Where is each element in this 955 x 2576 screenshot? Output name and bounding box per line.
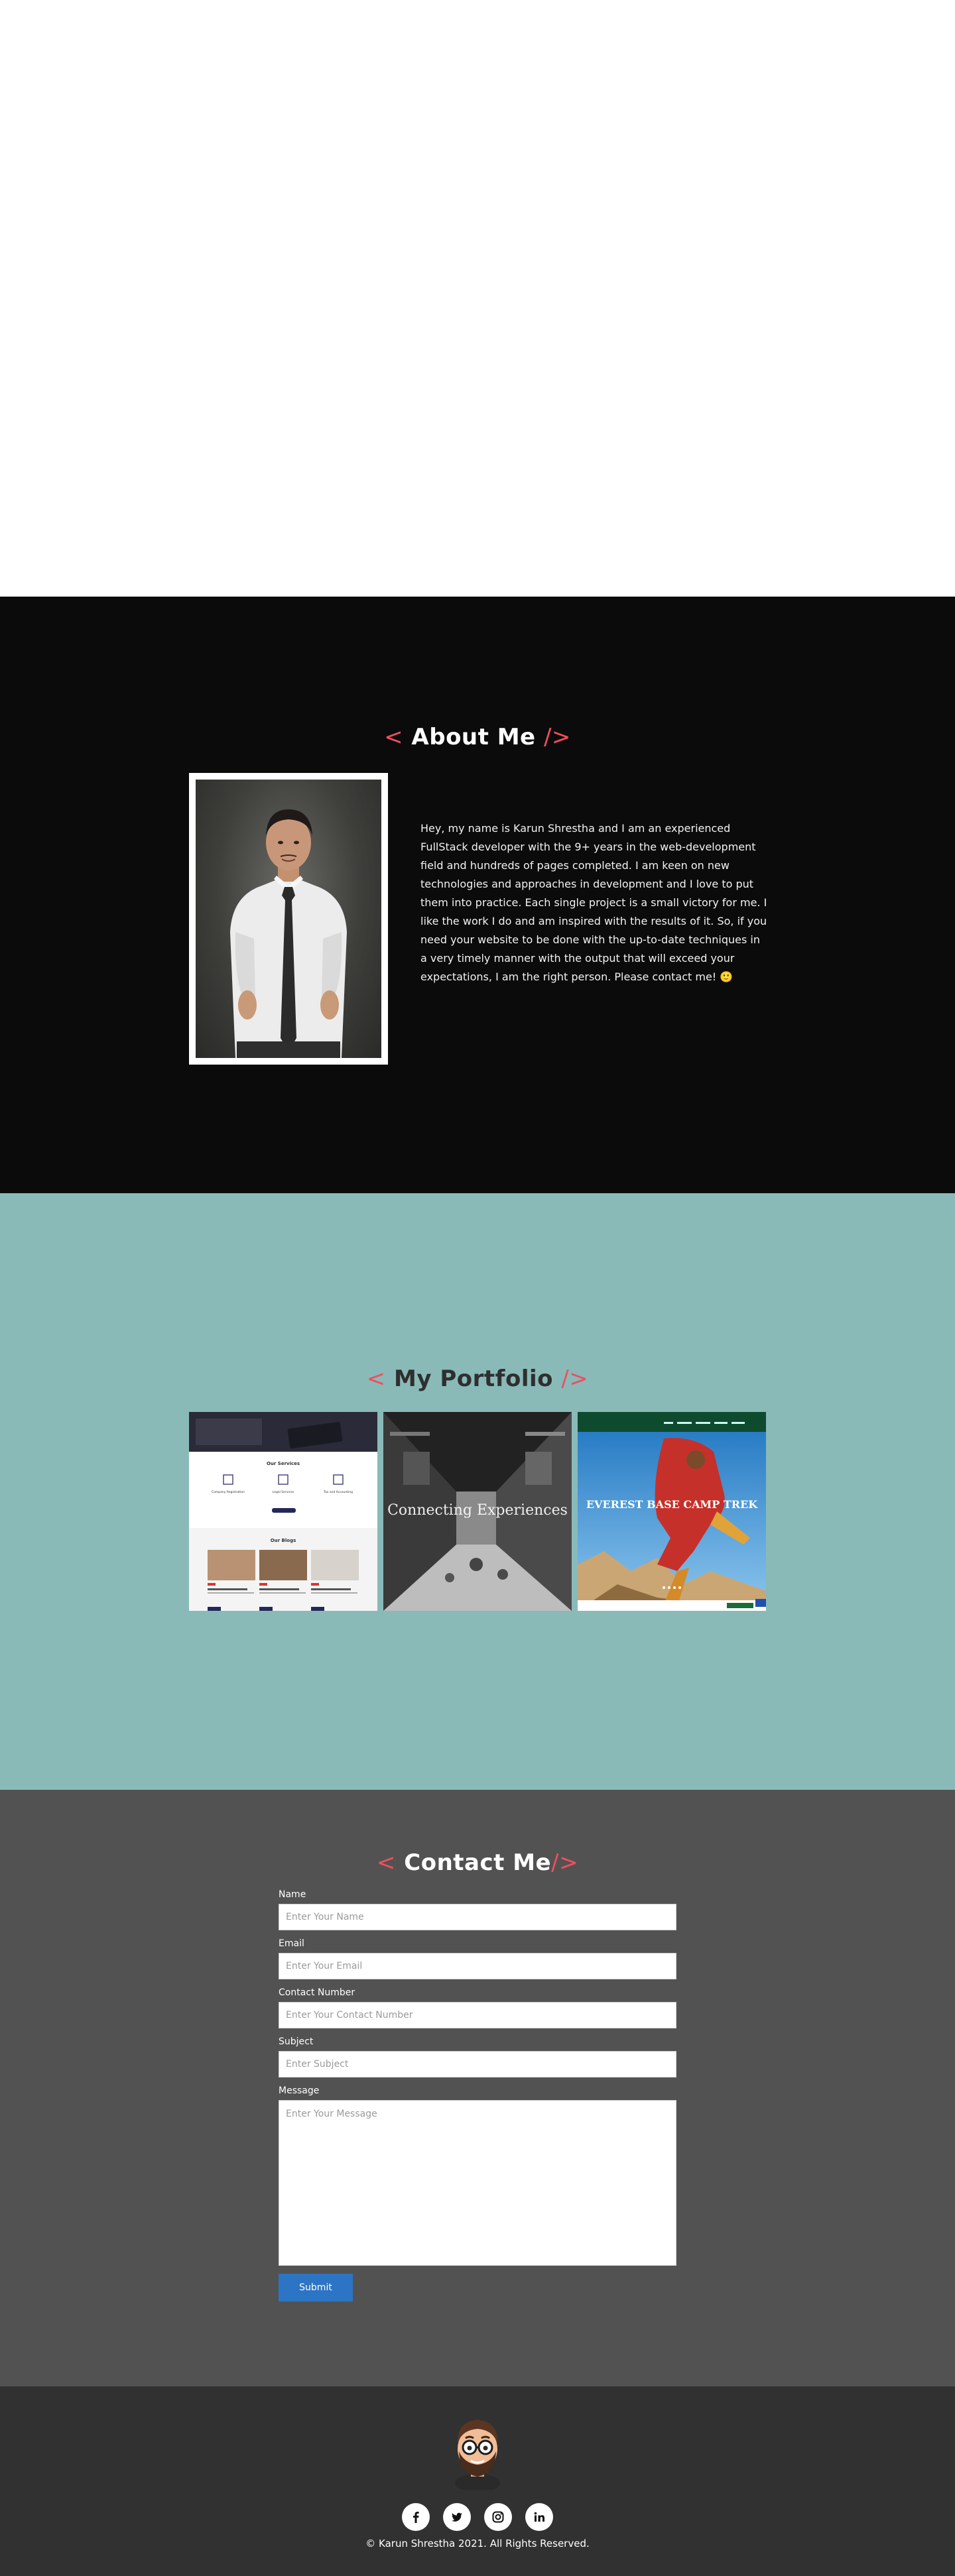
message-textarea[interactable] bbox=[279, 2100, 676, 2266]
subject-label: Subject bbox=[279, 2036, 314, 2047]
contact-title-text: Contact Me bbox=[404, 1849, 552, 1876]
about-title-text: About Me bbox=[411, 724, 536, 750]
connecting-experiences-text: Connecting Experiences bbox=[387, 1502, 568, 1519]
message-label: Message bbox=[279, 2085, 320, 2096]
name-input[interactable] bbox=[279, 1904, 676, 1930]
submit-button[interactable]: Submit bbox=[279, 2274, 353, 2302]
twitter-icon[interactable] bbox=[443, 2503, 471, 2531]
title-bracket-open: < bbox=[376, 1849, 396, 1876]
linkedin-icon[interactable] bbox=[525, 2503, 553, 2531]
services-heading: Our Services bbox=[267, 1461, 300, 1466]
footer: © Karun Shrestha 2021. All Rights Reserv… bbox=[0, 2386, 955, 2576]
social-links bbox=[0, 2503, 955, 2531]
contact-form: Name Email Contact Number Subject Messag… bbox=[279, 1889, 676, 2302]
portfolio-gallery: Our Services Company Registration Legal … bbox=[189, 1412, 766, 1611]
contact-number-label: Contact Number bbox=[279, 1987, 355, 1998]
about-section: < About Me /> Hey, my name is Karun Shre… bbox=[0, 597, 955, 1193]
portfolio-item-services-site[interactable]: Our Services Company Registration Legal … bbox=[189, 1412, 377, 1611]
subject-input[interactable] bbox=[279, 2051, 676, 2078]
title-bracket-open: < bbox=[366, 1366, 386, 1392]
facebook-icon[interactable] bbox=[402, 2503, 430, 2531]
portfolio-title: < My Portfolio /> bbox=[0, 1366, 955, 1392]
instagram-icon[interactable] bbox=[484, 2503, 512, 2531]
about-title: < About Me /> bbox=[0, 724, 955, 750]
portfolio-section: < My Portfolio /> Our Services Company R… bbox=[0, 1193, 955, 1790]
email-label: Email bbox=[279, 1938, 304, 1949]
everest-overlay-text: EVEREST BASE CAMP TREK bbox=[586, 1498, 758, 1511]
portfolio-item-connecting-experiences[interactable]: Connecting Experiences bbox=[383, 1412, 572, 1611]
profile-photo bbox=[196, 780, 381, 1058]
hero-section bbox=[0, 0, 955, 597]
title-bracket-close: /> bbox=[561, 1366, 589, 1392]
service-2-label: Legal Services bbox=[273, 1490, 294, 1494]
avatar bbox=[444, 2410, 511, 2492]
portfolio-item-everest-trek[interactable]: EVEREST BASE CAMP TREK bbox=[578, 1412, 766, 1611]
title-bracket-close: /> bbox=[551, 1849, 579, 1876]
portfolio-title-text: My Portfolio bbox=[394, 1366, 553, 1392]
contact-title: < Contact Me/> bbox=[0, 1849, 955, 1876]
title-bracket-close: /> bbox=[543, 724, 571, 750]
service-3-label: Tax and Accounting bbox=[323, 1490, 353, 1494]
name-label: Name bbox=[279, 1889, 306, 1900]
title-bracket-open: < bbox=[384, 724, 404, 750]
service-1-label: Company Registration bbox=[212, 1490, 245, 1494]
contact-number-input[interactable] bbox=[279, 2002, 676, 2028]
profile-photo-frame bbox=[189, 773, 388, 1065]
email-input[interactable] bbox=[279, 1953, 676, 1979]
copyright-text: © Karun Shrestha 2021. All Rights Reserv… bbox=[365, 2538, 590, 2549]
blogs-heading: Our Blogs bbox=[271, 1538, 296, 1543]
contact-section: < Contact Me/> Name Email Contact Number… bbox=[0, 1790, 955, 2386]
about-bio: Hey, my name is Karun Shrestha and I am … bbox=[420, 822, 767, 983]
